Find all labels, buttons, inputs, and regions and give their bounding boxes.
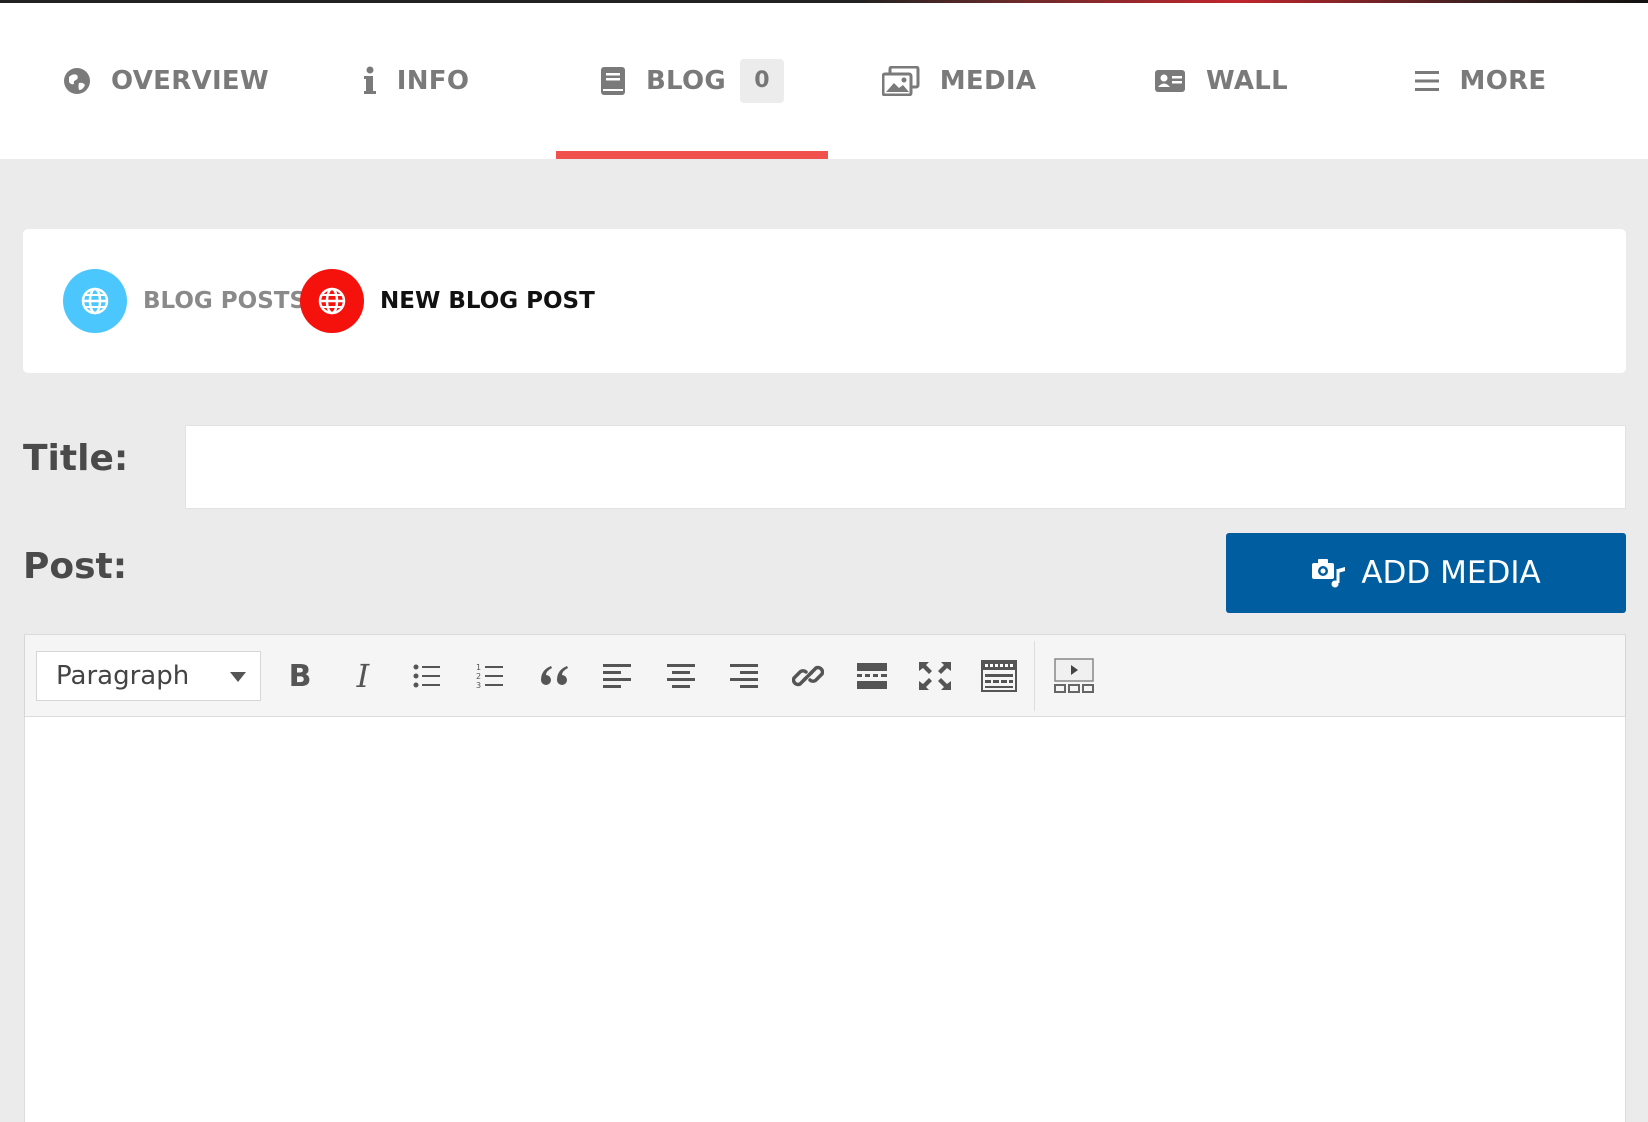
camera-music-icon	[1311, 557, 1347, 589]
tab-label: MORE	[1459, 66, 1547, 96]
toolbar-toggle-button[interactable]	[974, 651, 1024, 701]
info-icon	[363, 66, 377, 96]
toolbar-divider	[1034, 641, 1035, 711]
format-select[interactable]: Paragraph	[36, 651, 261, 701]
tab-label: BLOG	[645, 66, 727, 96]
numbered-list-button[interactable]: 123	[465, 651, 515, 701]
globe-icon	[300, 269, 364, 333]
add-media-label: ADD MEDIA	[1361, 555, 1541, 591]
insert-media-icon	[1054, 658, 1094, 693]
tab-wall[interactable]: WALL	[1090, 3, 1352, 159]
align-left-button[interactable]	[592, 651, 642, 701]
blockquote-icon	[541, 666, 568, 685]
fullscreen-button[interactable]	[910, 651, 960, 701]
chevron-down-icon	[230, 672, 246, 682]
blog-posts-label: BLOG POSTS	[143, 288, 307, 314]
format-select-value: Paragraph	[56, 661, 190, 691]
read-more-icon	[857, 663, 887, 689]
tab-media[interactable]: MEDIA	[828, 3, 1090, 159]
link-icon	[792, 665, 824, 687]
bullet-list-icon	[413, 664, 440, 688]
add-media-button[interactable]: ADD MEDIA	[1226, 533, 1626, 613]
link-button[interactable]	[783, 651, 833, 701]
id-card-icon	[1154, 69, 1186, 93]
editor-toolbar: Paragraph B I 123	[25, 635, 1625, 717]
svg-text:3: 3	[476, 681, 481, 690]
italic-icon: I	[356, 657, 370, 695]
post-editor: Paragraph B I 123	[24, 634, 1626, 1122]
editor-content-area[interactable]	[25, 717, 1625, 1122]
blockquote-button[interactable]	[529, 651, 579, 701]
toolbar-toggle-icon	[981, 660, 1017, 692]
blog-count-badge: 0	[740, 59, 785, 103]
align-right-icon	[730, 664, 758, 688]
blog-submenu-card: BLOG POSTS NEW BLOG POST	[23, 229, 1626, 373]
fullscreen-icon	[919, 662, 951, 690]
tab-overview[interactable]: OVERVIEW	[42, 3, 290, 159]
title-label: Title:	[23, 438, 129, 479]
title-input[interactable]	[185, 425, 1626, 509]
tab-label: OVERVIEW	[111, 66, 269, 96]
globe-icon	[63, 269, 127, 333]
post-label: Post:	[23, 546, 128, 587]
tab-label: WALL	[1206, 66, 1288, 96]
new-blog-post-label: NEW BLOG POST	[380, 288, 595, 314]
images-icon	[881, 66, 920, 96]
blog-posts-button[interactable]: BLOG POSTS	[63, 269, 306, 333]
align-center-icon	[667, 664, 695, 688]
menu-icon	[1414, 69, 1440, 93]
align-right-button[interactable]	[719, 651, 769, 701]
tab-info[interactable]: INFO	[290, 3, 542, 159]
svg-text:1: 1	[476, 663, 481, 672]
tab-more[interactable]: MORE	[1352, 3, 1608, 159]
insert-media-button[interactable]	[1046, 651, 1102, 701]
italic-button[interactable]: I	[338, 651, 388, 701]
new-blog-post-button[interactable]: NEW BLOG POST	[300, 269, 595, 333]
read-more-button[interactable]	[847, 651, 897, 701]
profile-nav: OVERVIEW INFO BLOG 0 MEDIA WALL MORE	[0, 3, 1648, 159]
tab-label: INFO	[396, 66, 470, 96]
bold-icon: B	[288, 658, 312, 694]
globe-icon	[63, 67, 91, 95]
bullet-list-button[interactable]	[402, 651, 452, 701]
align-left-icon	[603, 664, 631, 688]
tab-label: MEDIA	[939, 66, 1037, 96]
book-icon	[600, 66, 626, 96]
bold-button[interactable]: B	[275, 651, 325, 701]
tab-blog[interactable]: BLOG 0	[556, 3, 828, 159]
align-center-button[interactable]	[656, 651, 706, 701]
svg-text:2: 2	[476, 672, 481, 681]
numbered-list-icon: 123	[476, 663, 503, 690]
